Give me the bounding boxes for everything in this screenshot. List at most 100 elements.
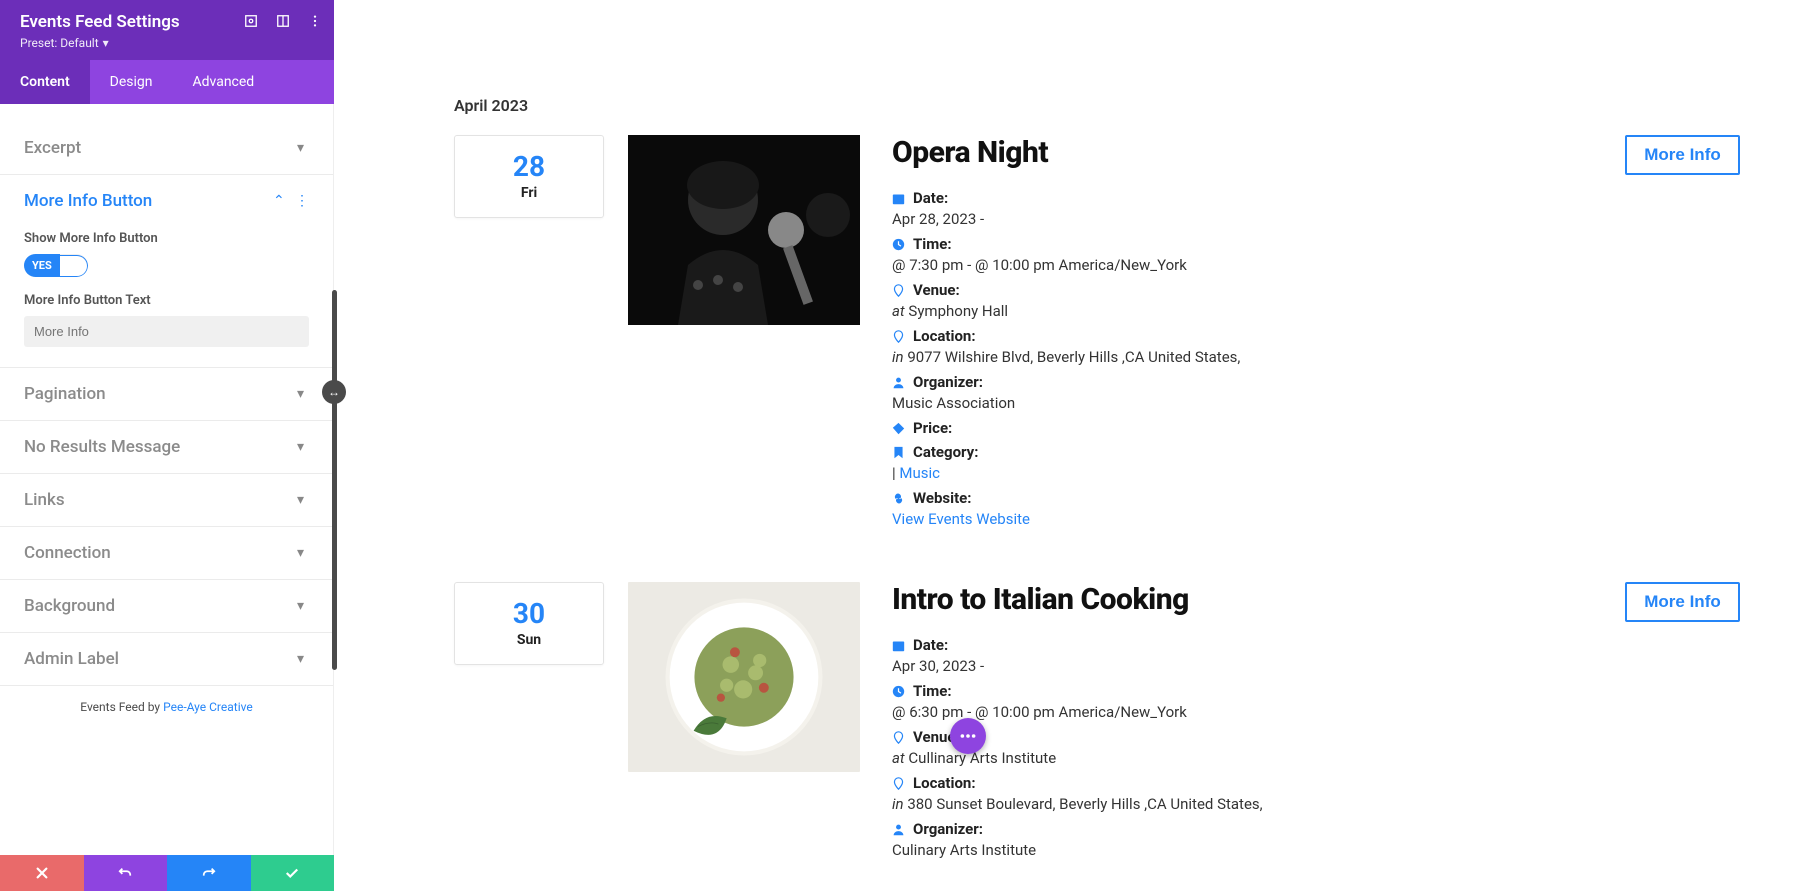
sidebar-tabs: Content Design Advanced xyxy=(0,60,334,104)
venue-value: Cullinary Arts Institute xyxy=(908,749,1056,767)
chevron-down-icon: ▾ xyxy=(297,386,309,402)
event-day-abbr: Sun xyxy=(465,632,593,648)
section-title: Links xyxy=(24,490,65,510)
venue-prefix: at xyxy=(892,302,905,320)
event-image xyxy=(628,582,860,772)
venue-label: Venue: xyxy=(913,278,960,302)
singer-svg xyxy=(628,135,860,325)
clock-icon xyxy=(892,685,905,698)
pin-icon xyxy=(892,284,905,297)
tab-advanced[interactable]: Advanced xyxy=(173,60,275,104)
resize-bar[interactable] xyxy=(332,290,337,670)
section-background[interactable]: Background ▾ xyxy=(0,580,333,632)
more-icon[interactable]: ⋮ xyxy=(295,193,309,209)
more-info-text-input[interactable] xyxy=(24,316,309,347)
location-label: Location: xyxy=(913,324,976,348)
more-info-button[interactable]: More Info xyxy=(1625,135,1740,175)
category-link[interactable]: Music xyxy=(899,464,940,482)
pin-icon xyxy=(892,731,905,744)
tab-design[interactable]: Design xyxy=(90,60,173,104)
event-title: Intro to Italian Cooking xyxy=(892,582,1546,617)
section-excerpt[interactable]: Excerpt ▾ xyxy=(0,122,333,174)
event-date-box: 30 Sun xyxy=(454,582,604,665)
website-link[interactable]: View Events Website xyxy=(892,510,1030,528)
bookmark-icon xyxy=(892,446,905,459)
tag-icon xyxy=(892,422,905,435)
calendar-icon xyxy=(892,192,905,205)
organizer-label: Organizer: xyxy=(913,370,983,394)
section-more-info-button[interactable]: More Info Button ⌃ ⋮ xyxy=(0,175,333,227)
sidebar-header: Events Feed Settings Preset: Default ▾ xyxy=(0,0,334,60)
section-title: Connection xyxy=(24,543,111,563)
settings-sidebar: Events Feed Settings Preset: Default ▾ C… xyxy=(0,0,334,891)
tab-content[interactable]: Content xyxy=(0,60,90,104)
resize-handle[interactable]: ↔ xyxy=(322,380,346,404)
event-card: 28 Fri Opera Night D xyxy=(454,135,1740,532)
date-value: Apr 30, 2023 - xyxy=(892,657,1546,675)
chevron-down-icon: ▾ xyxy=(297,651,309,667)
preset-label: Preset: Default xyxy=(20,36,99,50)
price-label: Price: xyxy=(913,416,952,440)
calendar-icon xyxy=(892,639,905,652)
cancel-button[interactable] xyxy=(0,855,84,891)
chevron-down-icon: ▾ xyxy=(297,140,309,156)
month-heading: April 2023 xyxy=(454,96,1740,115)
date-value: Apr 28, 2023 - xyxy=(892,210,1546,228)
redo-button[interactable] xyxy=(167,855,251,891)
section-connection[interactable]: Connection ▾ xyxy=(0,527,333,579)
caret-down-icon: ▾ xyxy=(103,36,109,50)
section-pagination[interactable]: Pagination ▾ xyxy=(0,368,333,420)
organizer-value: Music Association xyxy=(892,394,1546,412)
chevron-down-icon: ▾ xyxy=(297,545,309,561)
date-label: Date: xyxy=(913,186,948,210)
section-links[interactable]: Links ▾ xyxy=(0,474,333,526)
more-info-text-label: More Info Button Text xyxy=(24,293,309,308)
section-title: Admin Label xyxy=(24,649,119,669)
date-label: Date: xyxy=(913,633,948,657)
venue-value: Symphony Hall xyxy=(908,302,1008,320)
event-title: Opera Night xyxy=(892,135,1546,170)
builder-fab[interactable] xyxy=(950,718,986,754)
location-prefix: in xyxy=(892,795,904,813)
preview-canvas: April 2023 28 Fri xyxy=(334,0,1800,891)
show-more-info-toggle[interactable]: YES xyxy=(24,254,88,277)
event-card: 30 Sun xyxy=(454,582,1740,863)
event-day-number: 30 xyxy=(465,597,593,630)
credit-link[interactable]: Pee-Aye Creative xyxy=(163,700,253,714)
show-more-info-label: Show More Info Button xyxy=(24,231,309,246)
chevron-up-icon: ⌃ xyxy=(273,193,285,209)
expand-icon[interactable] xyxy=(244,14,258,28)
save-button[interactable] xyxy=(251,855,335,891)
link-icon xyxy=(892,492,905,505)
time-label: Time: xyxy=(913,232,952,256)
undo-button[interactable] xyxy=(84,855,168,891)
preset-selector[interactable]: Preset: Default ▾ xyxy=(20,36,314,50)
chevron-down-icon: ▾ xyxy=(297,439,309,455)
section-title: Pagination xyxy=(24,384,106,404)
more-info-button[interactable]: More Info xyxy=(1625,582,1740,622)
time-value: @ 6:30 pm - @ 10:00 pm America/New_York xyxy=(892,703,1546,721)
section-no-results[interactable]: No Results Message ▾ xyxy=(0,421,333,473)
section-admin-label[interactable]: Admin Label ▾ xyxy=(0,633,333,685)
event-day-number: 28 xyxy=(465,150,593,183)
chevron-down-icon: ▾ xyxy=(297,598,309,614)
person-icon xyxy=(892,823,905,836)
section-title: Excerpt xyxy=(24,138,81,158)
pasta-svg xyxy=(628,582,860,772)
dock-icon[interactable] xyxy=(276,14,290,28)
clock-icon xyxy=(892,238,905,251)
person-icon xyxy=(892,376,905,389)
location-value: 9077 Wilshire Blvd, Beverly Hills ,CA Un… xyxy=(907,348,1240,366)
pin-icon xyxy=(892,330,905,343)
time-label: Time: xyxy=(913,679,952,703)
time-value: @ 7:30 pm - @ 10:00 pm America/New_York xyxy=(892,256,1546,274)
venue-prefix: at xyxy=(892,749,905,767)
website-label: Website: xyxy=(913,486,972,510)
category-sep: | xyxy=(892,464,896,482)
location-value: 380 Sunset Boulevard, Beverly Hills ,CA … xyxy=(907,795,1262,813)
more-icon[interactable] xyxy=(308,14,322,28)
event-details: Intro to Italian Cooking Date: Apr 30, 2… xyxy=(892,582,1546,863)
location-prefix: in xyxy=(892,348,904,366)
pin-icon xyxy=(892,777,905,790)
chevron-down-icon: ▾ xyxy=(297,492,309,508)
